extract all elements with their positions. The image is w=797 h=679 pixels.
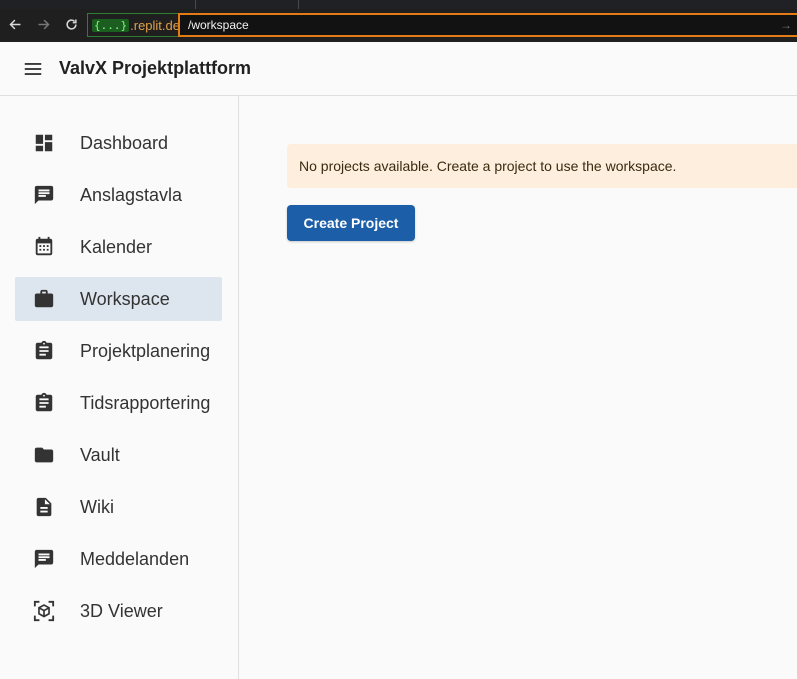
document-icon bbox=[33, 496, 55, 518]
tab-divider bbox=[195, 0, 196, 9]
app-header: ValvX Projektplattform bbox=[0, 42, 797, 96]
reload-icon bbox=[65, 18, 77, 30]
origin-badge: {...} bbox=[92, 18, 130, 32]
calendar-icon bbox=[33, 236, 55, 258]
sidebar-item-projektplanering[interactable]: Projektplanering bbox=[15, 329, 222, 373]
reload-button[interactable] bbox=[61, 14, 81, 34]
create-project-button[interactable]: Create Project bbox=[287, 205, 415, 241]
url-input[interactable] bbox=[188, 18, 748, 32]
sidebar-item-3d-viewer[interactable]: 3D Viewer bbox=[15, 589, 222, 633]
browser-tab-strip bbox=[0, 0, 797, 9]
sidebar-item-anslagstavla[interactable]: Anslagstavla bbox=[15, 173, 222, 217]
dashboard-icon bbox=[33, 132, 55, 154]
no-projects-alert: No projects available. Create a project … bbox=[287, 144, 797, 188]
sidebar-item-label: Vault bbox=[80, 445, 120, 465]
sidebar-item-wiki[interactable]: Wiki bbox=[15, 485, 222, 529]
clipboard-icon bbox=[33, 340, 55, 362]
arrow-right-icon bbox=[38, 19, 50, 29]
sidebar-item-vault[interactable]: Vault bbox=[15, 433, 222, 477]
url-origin[interactable]: {...} .replit.dev bbox=[87, 13, 187, 37]
arrow-left-icon bbox=[8, 19, 20, 29]
clipboard-icon bbox=[33, 392, 55, 414]
sidebar-item-label: 3D Viewer bbox=[80, 601, 163, 621]
sidebar-item-label: Meddelanden bbox=[80, 549, 190, 569]
workspace-main: No projects available. Create a project … bbox=[240, 96, 797, 679]
back-button[interactable] bbox=[5, 14, 25, 34]
sidebar-item-label: Kalender bbox=[80, 237, 153, 257]
sidebar-item-dashboard[interactable]: Dashboard bbox=[15, 121, 222, 165]
browser-toolbar: {...} .replit.dev → bbox=[0, 0, 797, 42]
sidebar-item-label: Anslagstavla bbox=[80, 185, 183, 205]
folder-icon bbox=[33, 444, 55, 466]
forward-button[interactable] bbox=[33, 14, 53, 34]
sidebar-item-workspace[interactable]: Workspace bbox=[15, 277, 222, 321]
sidebar-item-label: Workspace bbox=[80, 289, 170, 309]
sidebar-item-label: Tidsrapportering bbox=[80, 393, 211, 413]
hamburger-menu-icon bbox=[24, 63, 42, 75]
address-bar[interactable]: → bbox=[178, 13, 797, 37]
sidebar: Dashboard Anslagstavla Kalender Workspac… bbox=[0, 96, 239, 679]
sidebar-item-label: Projektplanering bbox=[80, 341, 211, 361]
sidebar-item-label: Dashboard bbox=[80, 133, 169, 153]
message-icon bbox=[33, 548, 55, 570]
tab-divider bbox=[298, 0, 299, 9]
app-title: ValvX Projektplattform bbox=[59, 58, 252, 78]
alert-text: No projects available. Create a project … bbox=[299, 158, 677, 174]
menu-button[interactable] bbox=[22, 59, 44, 79]
sidebar-item-label: Wiki bbox=[80, 497, 114, 517]
sidebar-item-meddelanden[interactable]: Meddelanden bbox=[15, 537, 222, 581]
sidebar-item-kalender[interactable]: Kalender bbox=[15, 225, 222, 269]
3d-cube-icon bbox=[33, 600, 55, 622]
message-icon bbox=[33, 184, 55, 206]
go-arrow-icon[interactable]: → bbox=[780, 18, 792, 32]
briefcase-icon bbox=[33, 288, 55, 310]
sidebar-item-tidsrapportering[interactable]: Tidsrapportering bbox=[15, 381, 222, 425]
